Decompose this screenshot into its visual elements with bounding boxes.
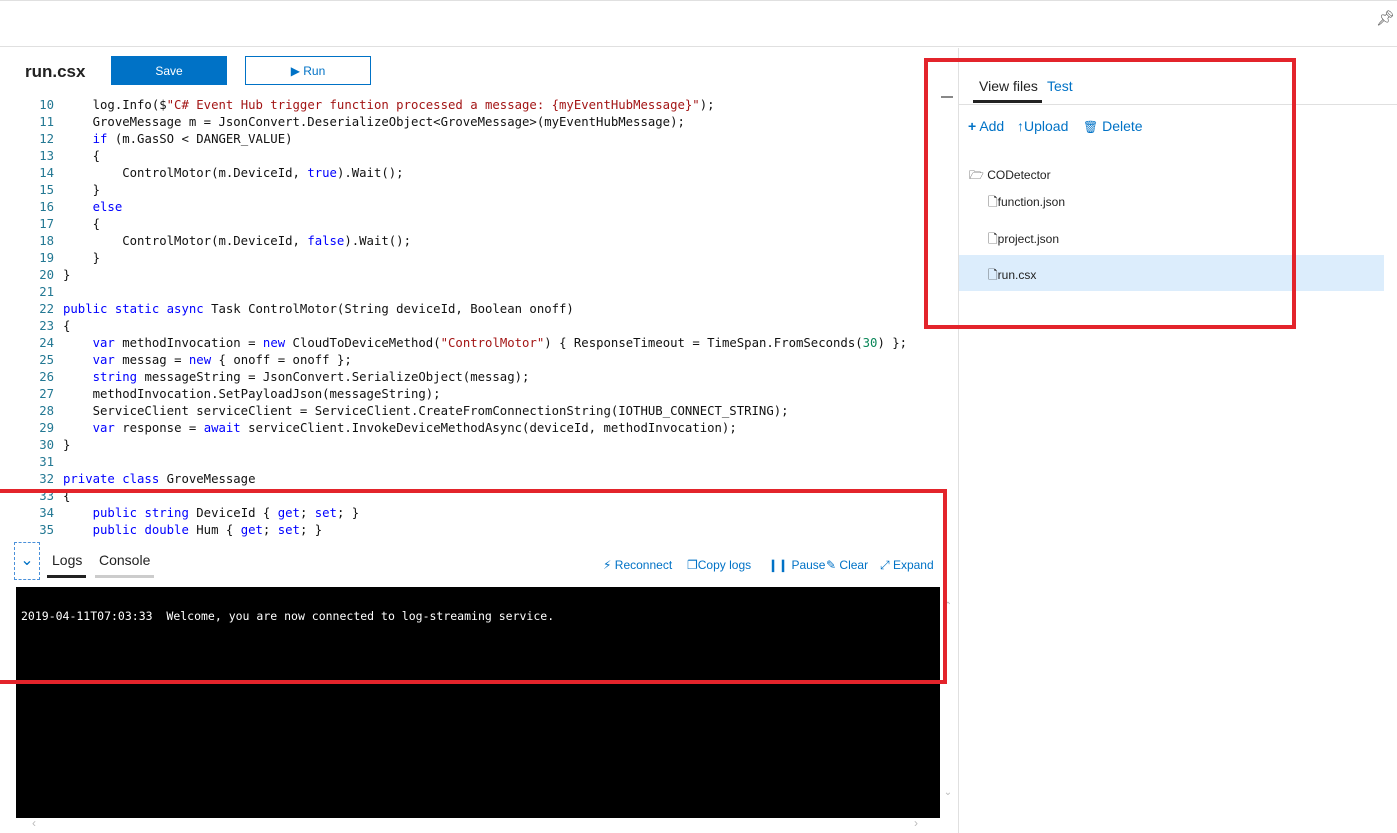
scroll-down-icon[interactable]: ⌄ [940, 787, 956, 798]
line-number: 17 [39, 217, 54, 231]
line-number: 26 [39, 370, 54, 384]
line-number: 25 [39, 353, 54, 367]
code-text: ControlMotor(m.DeviceId, false).Wait(); [63, 234, 411, 248]
line-number: 27 [39, 387, 54, 401]
code-text: { [63, 319, 71, 333]
code-line[interactable]: 22 public static async Task ControlMotor(… [0, 301, 940, 318]
console-horizontal-scrollbar[interactable]: ‹ › [16, 816, 940, 833]
code-text: string messageString = JsonConvert.Seria… [92, 370, 530, 384]
run-button[interactable]: ▶ Run [245, 56, 371, 85]
code-line[interactable]: 10 log.Info($"C# Event Hub trigger funct… [0, 97, 940, 114]
code-editor[interactable]: 10 log.Info($"C# Event Hub trigger funct… [0, 95, 940, 540]
line-number: 13 [39, 149, 54, 163]
line-number: 10 [39, 98, 54, 112]
code-text: { [63, 217, 101, 231]
code-line[interactable]: 25 var messag = new { onoff = onoff }; [0, 352, 940, 369]
code-line[interactable]: 15 } [0, 182, 940, 199]
line-number: 16 [39, 200, 54, 214]
code-text: } [63, 251, 101, 265]
pin-icon[interactable]: 📌︎ [1376, 9, 1395, 27]
line-number: 31 [39, 455, 54, 469]
code-line[interactable]: 19 } [0, 250, 940, 267]
line-number: 21 [39, 285, 54, 299]
line-number: 11 [39, 115, 54, 129]
code-text: var messag = new { onoff = onoff }; [92, 353, 352, 367]
code-text: } [63, 183, 101, 197]
top-bar: 📌︎ [0, 0, 1397, 47]
code-text: log.Info($"C# Event Hub trigger function… [63, 98, 715, 112]
code-text: private class GroveMessage [63, 472, 256, 486]
code-text: methodInvocation.SetPayloadJson(messageS… [63, 387, 441, 401]
save-button[interactable]: Save [111, 56, 227, 85]
code-text: var response = await serviceClient.Invok… [92, 421, 737, 435]
line-number: 15 [39, 183, 54, 197]
line-number: 18 [39, 234, 54, 248]
line-number: 23 [39, 319, 54, 333]
line-number: 28 [39, 404, 54, 418]
code-text: else [92, 200, 123, 214]
line-number: 22 [39, 302, 54, 316]
code-line[interactable]: 30} [0, 437, 940, 454]
scroll-left-icon[interactable]: ‹ [32, 816, 36, 830]
code-text: GroveMessage m = JsonConvert.Deserialize… [63, 115, 685, 129]
line-number: 24 [39, 336, 54, 350]
code-text: } [63, 268, 71, 282]
line-number: 20 [39, 268, 54, 282]
code-text: ServiceClient serviceClient = ServiceCli… [63, 404, 789, 418]
line-number: 29 [39, 421, 54, 435]
code-line[interactable]: 20} [0, 267, 940, 284]
code-text: { [63, 149, 101, 163]
code-line[interactable]: 11 GroveMessage m = JsonConvert.Deserial… [0, 114, 940, 131]
line-number: 30 [39, 438, 54, 452]
line-number: 32 [39, 472, 54, 486]
code-text: ControlMotor(m.DeviceId, true).Wait(); [63, 166, 404, 180]
code-line[interactable]: 32 private class GroveMessage [0, 471, 940, 488]
code-text: public static async Task ControlMotor(St… [63, 302, 574, 316]
code-line[interactable]: 16 else [0, 199, 940, 216]
code-line[interactable]: 23 { [0, 318, 940, 335]
highlight-box-logs [0, 489, 947, 684]
line-number: 19 [39, 251, 54, 265]
line-number: 14 [39, 166, 54, 180]
code-text: var methodInvocation = new CloudToDevice… [92, 336, 908, 350]
code-line[interactable]: 18 ControlMotor(m.DeviceId, false).Wait(… [0, 233, 940, 250]
code-line[interactable]: 14 ControlMotor(m.DeviceId, true).Wait()… [0, 165, 940, 182]
code-line[interactable]: 31 [0, 454, 940, 471]
code-line[interactable]: 13 { [0, 148, 940, 165]
line-number: 12 [39, 132, 54, 146]
scroll-right-icon[interactable]: › [914, 816, 918, 830]
editor-filename: run.csx [25, 62, 86, 81]
code-line[interactable]: 26 string messageString = JsonConvert.Se… [0, 369, 940, 386]
code-text: } [63, 438, 71, 452]
code-text: if (m.GasSO < DANGER_VALUE) [92, 132, 293, 146]
code-line[interactable]: 24 var methodInvocation = new CloudToDev… [0, 335, 940, 352]
highlight-box-files [924, 58, 1296, 329]
code-line[interactable]: 28 ServiceClient serviceClient = Service… [0, 403, 940, 420]
code-line[interactable]: 17 { [0, 216, 940, 233]
code-line[interactable]: 12 if (m.GasSO < DANGER_VALUE) [0, 131, 940, 148]
code-line[interactable]: 21 [0, 284, 940, 301]
code-line[interactable]: 27 methodInvocation.SetPayloadJson(messa… [0, 386, 940, 403]
code-line[interactable]: 29 var response = await serviceClient.In… [0, 420, 940, 437]
